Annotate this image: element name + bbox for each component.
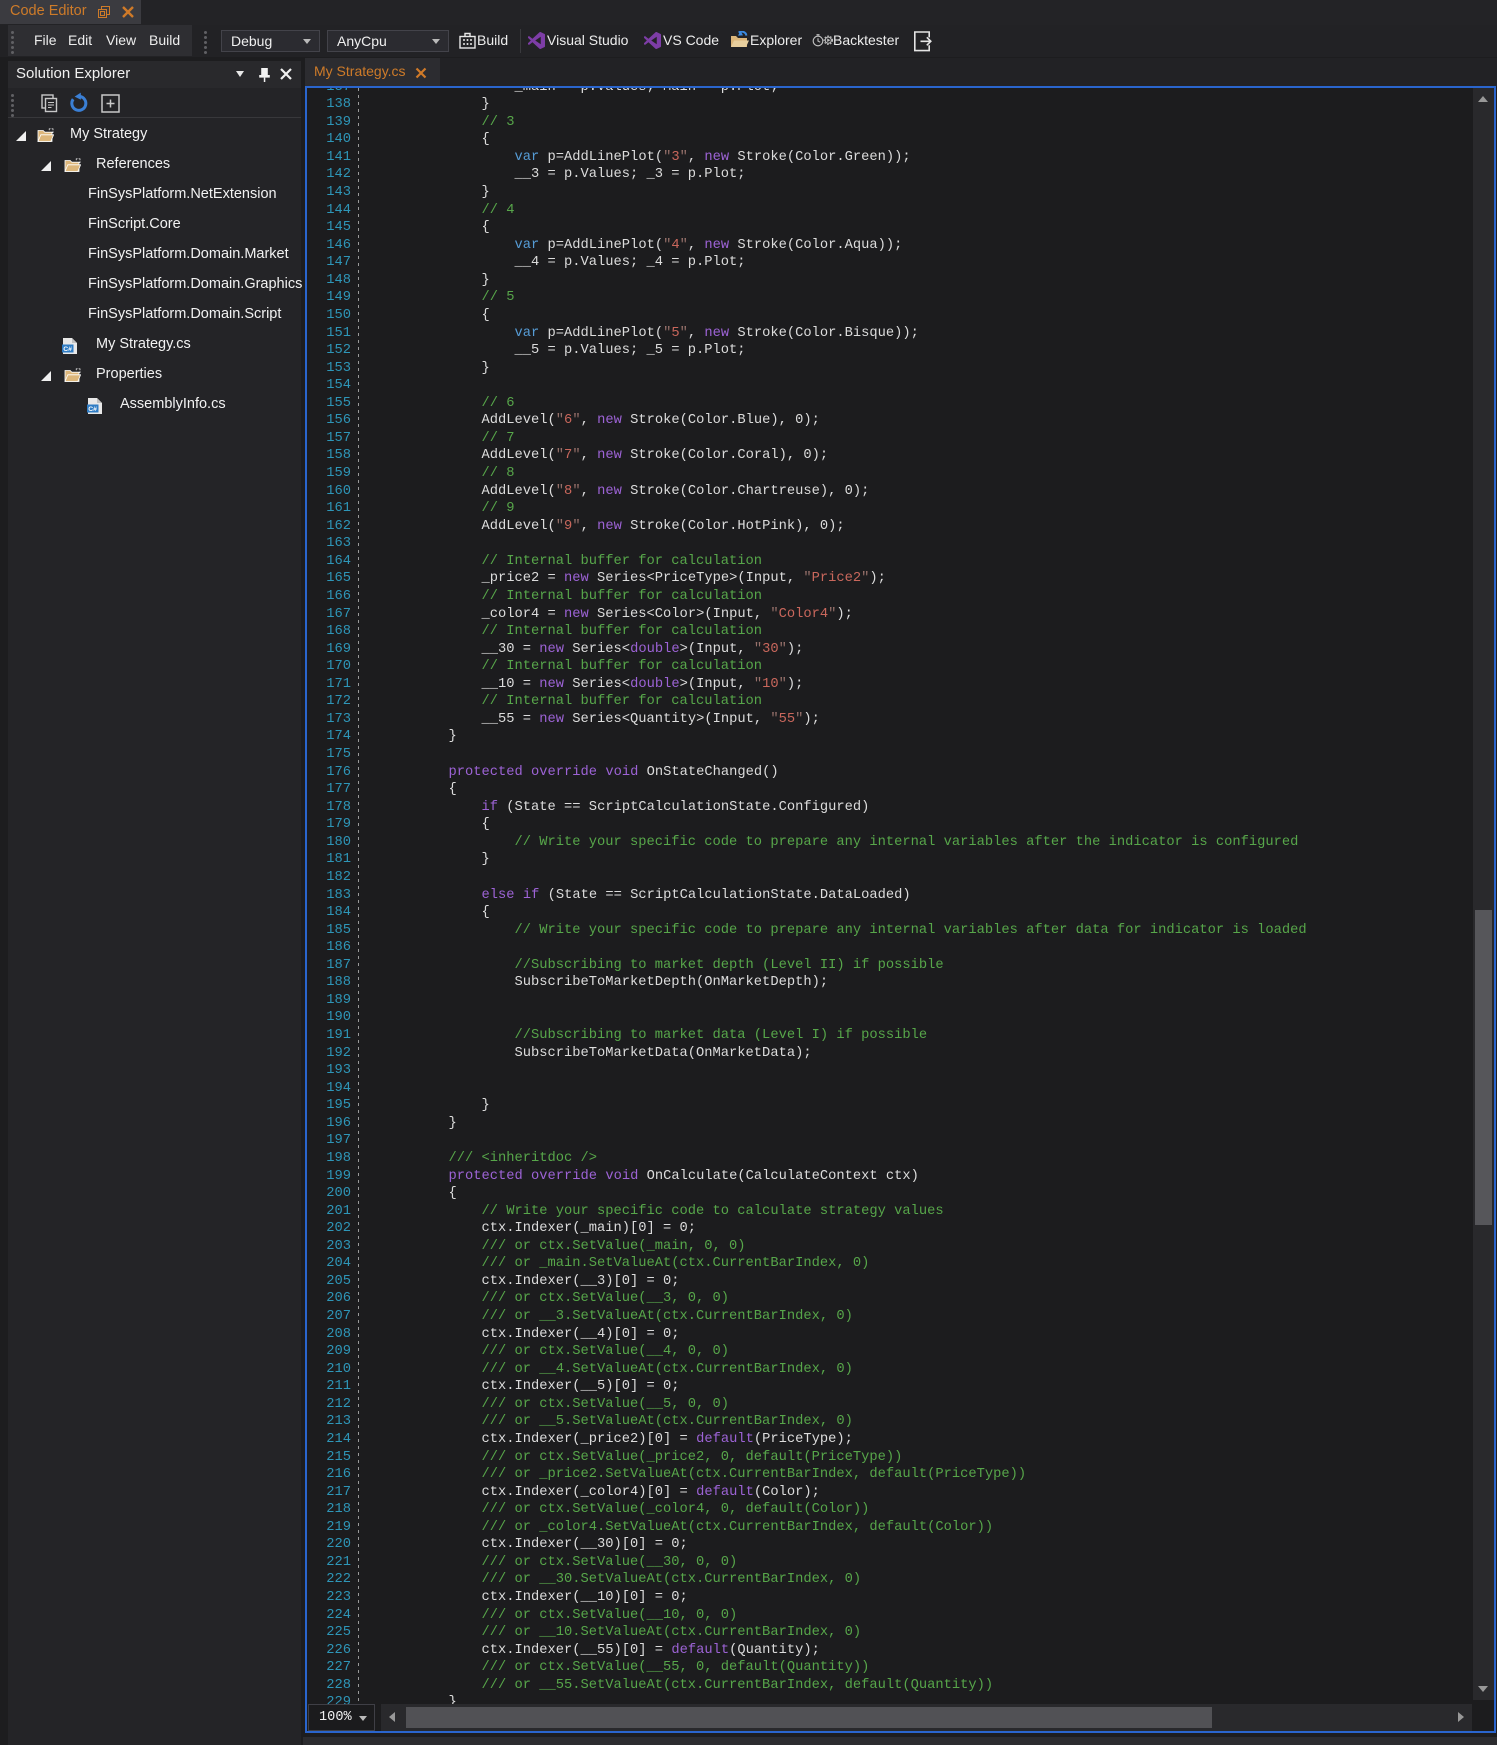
svg-text:C#: C# [63, 346, 72, 353]
svg-text:C#: C# [88, 406, 97, 413]
